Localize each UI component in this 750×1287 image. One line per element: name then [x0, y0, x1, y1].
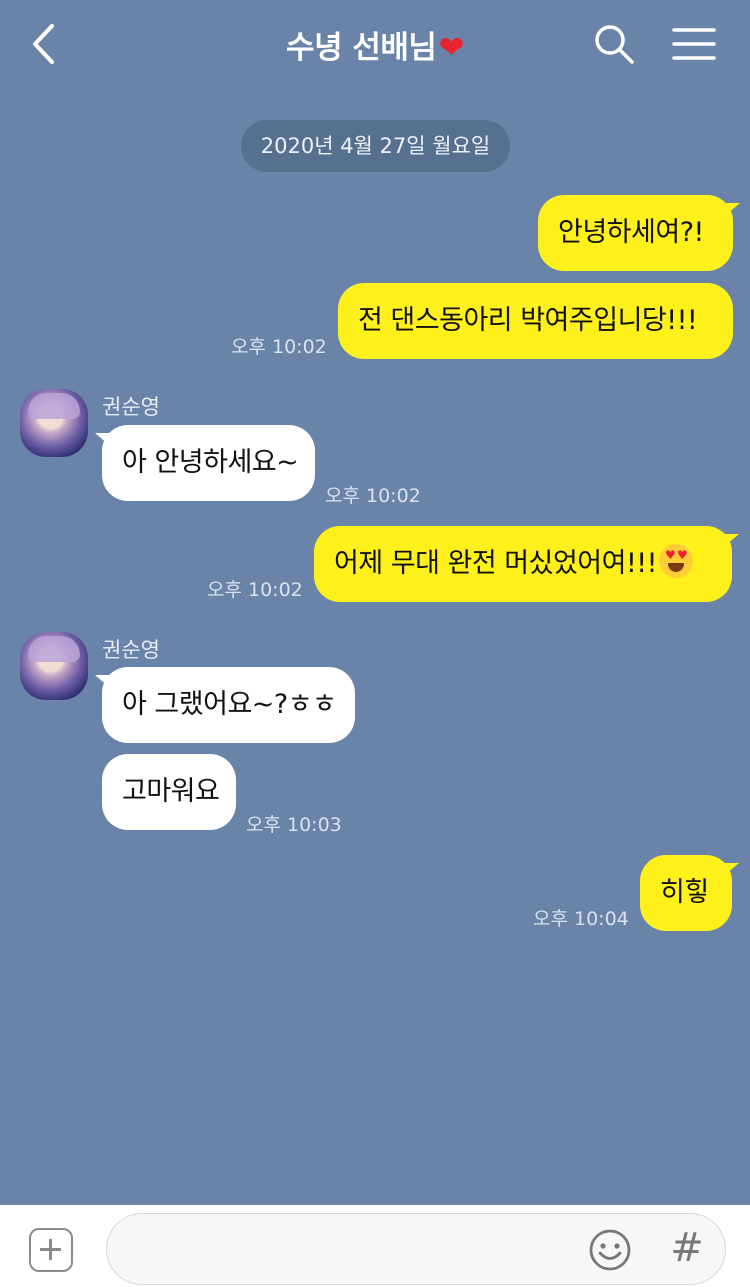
my-message-bubble[interactable]: 전 댄스동아리 박여주입니당!!! [338, 283, 733, 359]
menu-button[interactable] [670, 24, 718, 64]
hamburger-menu-icon [672, 28, 716, 60]
message-time: 오후 10:02 [207, 579, 303, 601]
heart-icon: ❤ [438, 30, 464, 66]
emoji-button[interactable] [588, 1228, 632, 1272]
search-icon [595, 25, 634, 64]
sender-avatar[interactable] [20, 632, 88, 700]
message-time: 오후 10:03 [246, 814, 342, 836]
chat-title: 수녕 선배님❤ [0, 22, 750, 67]
their-message-bubble[interactable]: 아 안녕하세요~ [95, 425, 315, 501]
message-time: 오후 10:02 [231, 336, 327, 358]
message-composer [0, 1205, 750, 1287]
chat-header: 수녕 선배님❤ [0, 0, 750, 88]
chat-title-text: 수녕 선배님 [286, 30, 437, 66]
plus-icon[interactable] [29, 1228, 73, 1272]
my-message-bubble[interactable]: 히힣 [640, 855, 739, 931]
message-time: 오후 10:04 [533, 908, 629, 930]
date-divider: 2020년 4월 27일 월요일 [241, 120, 510, 172]
search-button[interactable] [592, 22, 636, 66]
my-message-bubble[interactable]: 어제 무대 완전 머싰었어여!!! [314, 526, 739, 602]
heart-eyes-emoji-icon [658, 544, 693, 578]
their-message-bubble[interactable]: 고마워요 [102, 754, 236, 830]
message-input[interactable] [127, 1228, 577, 1272]
their-message-bubble[interactable]: 아 그랬어요~?ㅎㅎ [95, 667, 355, 743]
smiley-icon [589, 1229, 631, 1271]
hashtag-button[interactable]: # [667, 1224, 707, 1272]
sender-name: 권순영 [102, 638, 160, 662]
my-message-bubble[interactable]: 안녕하세여?! [538, 195, 740, 271]
sender-avatar[interactable] [20, 389, 88, 457]
message-input-box[interactable] [106, 1213, 726, 1285]
message-text: 어제 무대 완전 머싰었어여!!! [334, 548, 657, 579]
message-time: 오후 10:02 [325, 485, 421, 507]
sender-name: 권순영 [102, 395, 160, 419]
